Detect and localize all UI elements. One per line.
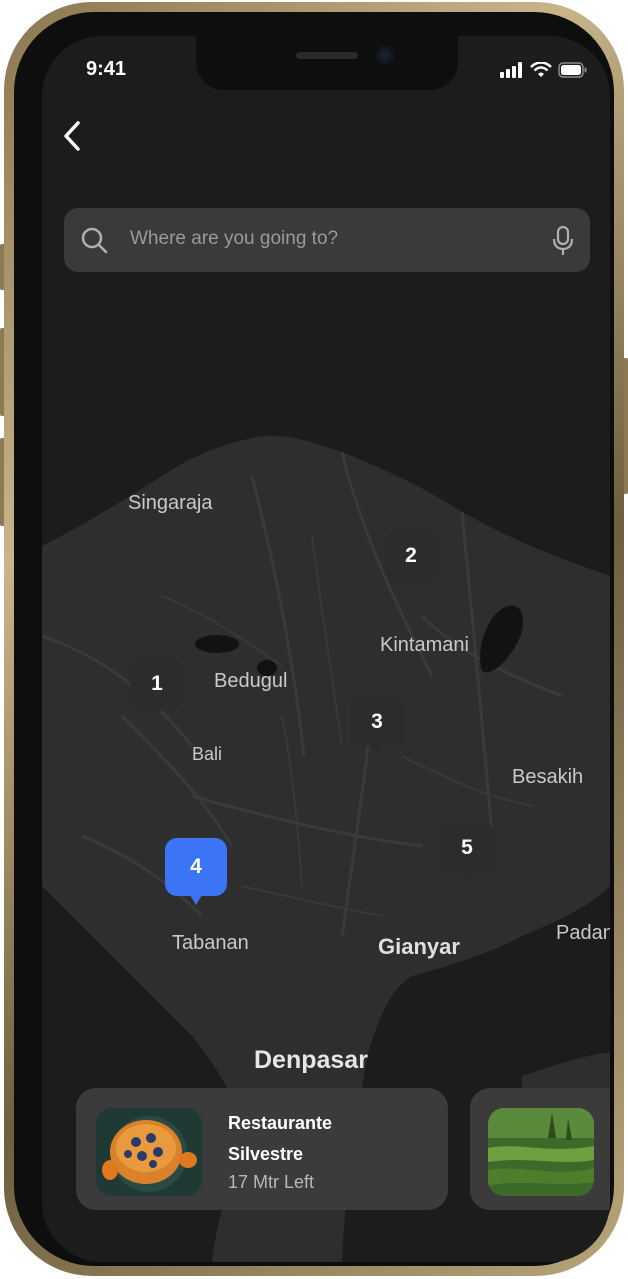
map-label-besakih: Besakih (512, 766, 584, 788)
front-camera (376, 46, 394, 64)
search-input[interactable]: Where are you going to? (130, 228, 338, 250)
map-label-denpasar: Denpasar (254, 1046, 368, 1074)
search-bar[interactable]: Where are you going to? (64, 208, 590, 272)
place-title: Restaurante Silvestre (228, 1108, 428, 1170)
map-label-singaraja: Singaraja (128, 492, 213, 514)
place-title-line1: Restaurante (228, 1113, 333, 1133)
cellular-signal-icon (500, 62, 522, 78)
status-time: 9:41 (86, 58, 127, 80)
map-label-padan: Padan (556, 922, 610, 944)
microphone-icon[interactable] (552, 226, 574, 256)
place-title-line2: Silvestre (228, 1144, 304, 1164)
map-marker-4-selected[interactable]: 4 (165, 838, 227, 905)
search-icon (81, 227, 108, 254)
map-label-bedugul: Bedugul (214, 670, 288, 692)
place-card-rice-terrace[interactable] (470, 1088, 610, 1210)
map-marker-2[interactable]: 2 (384, 532, 438, 589)
phone-frame: Singaraja Kintamani Bedugul Bali Besakih… (4, 2, 624, 1276)
chevron-left-icon (64, 121, 80, 151)
map-marker-5[interactable]: 5 (440, 824, 494, 881)
map-marker-1[interactable]: 1 (130, 660, 184, 717)
map-label-tabanan: Tabanan (172, 932, 249, 954)
food-thumbnail-image (96, 1108, 202, 1196)
rice-terrace-thumbnail-image (488, 1108, 594, 1196)
map-label-kintamani: Kintamani (380, 634, 469, 656)
wifi-icon (530, 62, 552, 77)
place-distance: 17 Mtr Left (228, 1172, 315, 1192)
battery-icon (558, 62, 587, 78)
notch (196, 36, 458, 90)
map-marker-3[interactable]: 3 (350, 698, 404, 755)
map-label-bali: Bali (192, 744, 223, 764)
status-icons (500, 62, 588, 78)
place-card-restaurant[interactable]: Restaurante Silvestre 17 Mtr Left (76, 1088, 448, 1210)
app-screen: Singaraja Kintamani Bedugul Bali Besakih… (42, 36, 610, 1262)
earpiece-speaker (296, 52, 358, 59)
map-label-gianyar: Gianyar (378, 934, 460, 959)
phone-bezel: Singaraja Kintamani Bedugul Bali Besakih… (14, 12, 614, 1266)
back-button[interactable] (60, 118, 88, 154)
